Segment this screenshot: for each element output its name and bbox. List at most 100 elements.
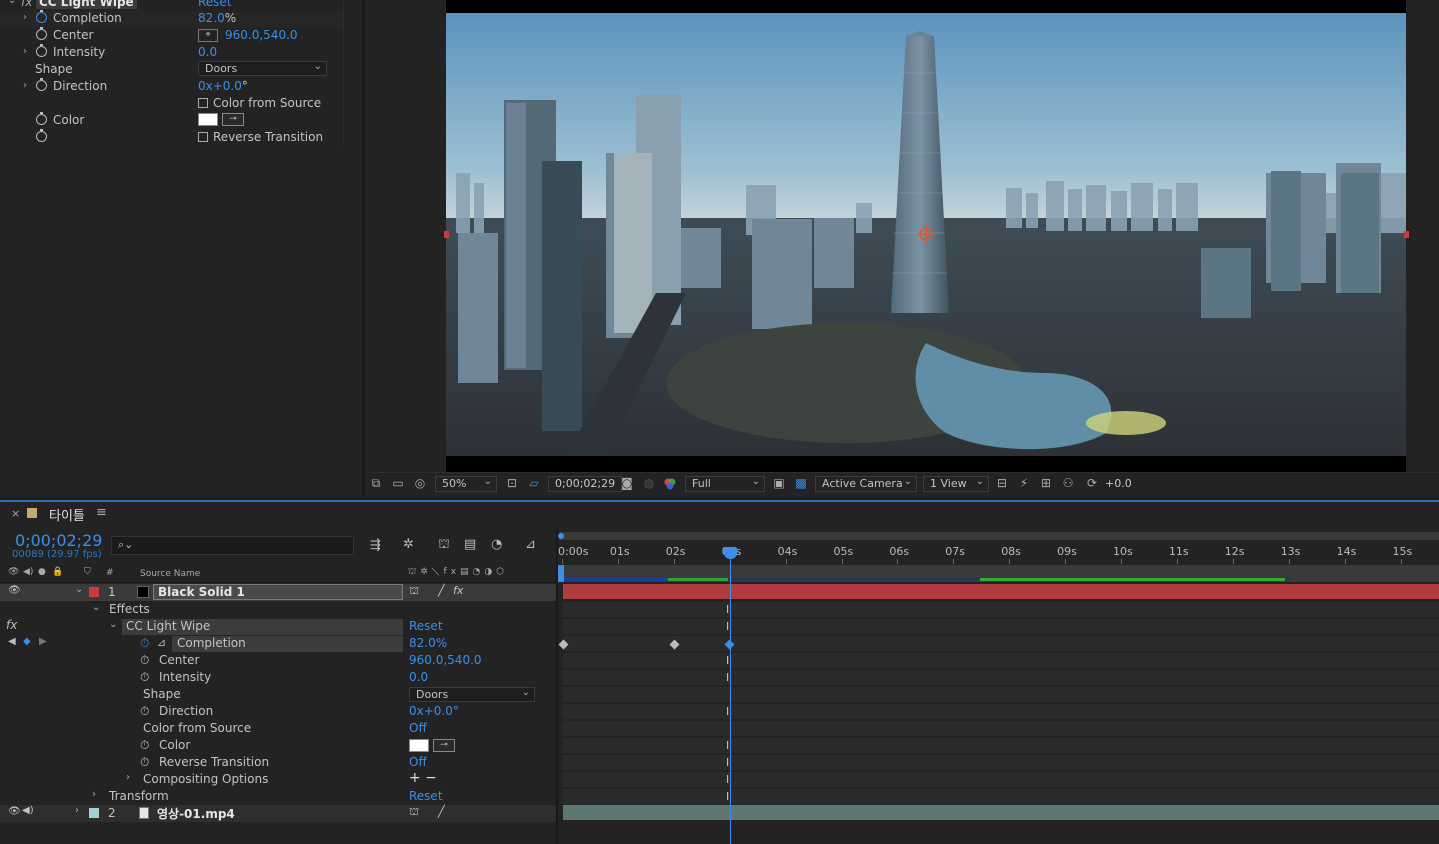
layer-color-label[interactable] bbox=[89, 587, 99, 597]
effect-switch-icon[interactable]: fx bbox=[453, 584, 463, 597]
layer-2-duration-bar[interactable] bbox=[563, 805, 1439, 821]
collapse-caret-icon[interactable]: ⌄ bbox=[8, 0, 16, 6]
stopwatch-icon[interactable]: ⏱ bbox=[140, 653, 149, 668]
prop-row-direction[interactable]: ⏱ Direction 0x+0.0° bbox=[0, 704, 557, 721]
prop-direction[interactable]: › Direction 0x+0.0° bbox=[0, 78, 343, 96]
zoom-dropdown[interactable]: 50% ⌄ bbox=[435, 476, 497, 492]
completion-value[interactable]: 82.0% bbox=[198, 11, 236, 25]
work-area-start-handle[interactable] bbox=[558, 565, 564, 582]
region-of-interest-icon[interactable]: ▣ bbox=[772, 477, 786, 490]
label-tag-icon[interactable]: ⛉ bbox=[84, 567, 91, 577]
prop-row-center[interactable]: ⏱ Center 960.0,540.0 bbox=[0, 653, 557, 670]
graph-editor-icon[interactable]: ⊿ bbox=[525, 537, 536, 552]
transparency-grid-icon[interactable]: ▩ bbox=[794, 477, 808, 490]
prop-color[interactable]: Color ⊸ bbox=[0, 112, 343, 130]
effect-name[interactable]: CC Light Wipe bbox=[122, 619, 403, 635]
timecode-field[interactable]: 0;00;02;29 bbox=[548, 476, 623, 492]
transform-reset-link[interactable]: Reset bbox=[409, 789, 443, 803]
fast-previews-icon[interactable]: ⚡ bbox=[1017, 477, 1031, 490]
expand-caret-icon[interactable]: › bbox=[126, 772, 130, 783]
vr-icon[interactable]: ◎ bbox=[413, 477, 427, 490]
prop-row-color-from-source[interactable]: Color from Source Off bbox=[0, 721, 557, 738]
layer-name-field[interactable]: Black Solid 1 bbox=[153, 584, 403, 600]
views-dropdown[interactable]: 1 View ⌄ bbox=[923, 476, 989, 492]
keyframe-2[interactable] bbox=[669, 639, 680, 650]
speaker-icon[interactable]: ◀) bbox=[22, 805, 34, 816]
intensity-value[interactable]: 0.0 bbox=[198, 45, 217, 59]
lock-icon[interactable]: 🔒 bbox=[52, 567, 63, 577]
layer-1-duration-bar[interactable] bbox=[563, 584, 1439, 600]
mask-visibility-icon[interactable]: ▱ bbox=[527, 477, 541, 490]
prop-row-color[interactable]: ⏱ Color ⊸ bbox=[0, 738, 557, 755]
center-value[interactable]: 960.0,540.0 bbox=[409, 653, 482, 667]
collapse-caret-icon[interactable]: ⌄ bbox=[92, 602, 100, 613]
composition-frame[interactable] bbox=[446, 13, 1406, 456]
hide-shy-icon[interactable]: ⛫ bbox=[438, 537, 450, 554]
layer-name[interactable]: 영상-01.mp4 bbox=[157, 805, 235, 822]
reset-link[interactable]: Reset bbox=[198, 0, 232, 9]
shape-dropdown[interactable]: Doors ⌄ bbox=[409, 687, 535, 702]
prop-row-compositing-options[interactable]: › Compositing Options + − bbox=[0, 770, 557, 789]
layer-row-2[interactable]: 👁 ◀) › 2 영상-01.mp4 ⛫ ╱ bbox=[0, 805, 557, 822]
prop-completion[interactable]: › Completion 82.0% bbox=[0, 10, 343, 28]
fit-icon[interactable]: ⊡ bbox=[505, 477, 519, 490]
speaker-icon[interactable]: ◀) bbox=[23, 567, 33, 577]
reverse-transition-value[interactable]: Off bbox=[409, 755, 427, 769]
stopwatch-icon[interactable]: ⏱ bbox=[140, 704, 149, 719]
prev-keyframe-icon[interactable]: ◀ bbox=[8, 636, 16, 647]
add-remove-mask-icon[interactable]: + − bbox=[409, 770, 437, 786]
switches-icons[interactable]: ⛫✲⟍fx▤◔◑⬡ bbox=[408, 567, 508, 578]
expand-caret-icon[interactable]: › bbox=[23, 12, 27, 23]
expand-caret-icon[interactable]: › bbox=[75, 805, 79, 816]
keyframe-1[interactable] bbox=[558, 639, 569, 650]
add-keyframe-icon[interactable]: ◆ bbox=[23, 636, 31, 647]
color-swatch[interactable] bbox=[198, 113, 218, 126]
col-source-name[interactable]: Source Name bbox=[140, 569, 200, 579]
exposure-value[interactable]: +0.0 bbox=[1105, 477, 1132, 490]
stopwatch-icon[interactable] bbox=[36, 129, 47, 142]
draft-3d-icon[interactable]: ✲ bbox=[403, 537, 414, 552]
prop-shape[interactable]: Shape Doors ⌄ bbox=[0, 61, 343, 79]
frame-blending-icon[interactable]: ▤ bbox=[464, 537, 476, 552]
quality-switch-icon[interactable]: ╱ bbox=[438, 805, 445, 818]
intensity-value[interactable]: 0.0 bbox=[409, 670, 428, 684]
eye-icon[interactable]: 👁 bbox=[8, 585, 21, 596]
stopwatch-icon[interactable] bbox=[36, 10, 47, 23]
prop-color-from-source[interactable]: Color from Source bbox=[0, 96, 343, 113]
stopwatch-icon[interactable]: ⏱ bbox=[140, 738, 149, 753]
shy-switch-icon[interactable]: ⛫ bbox=[409, 584, 419, 599]
playhead-handle[interactable] bbox=[724, 547, 737, 559]
completion-value[interactable]: 82.0% bbox=[409, 636, 447, 650]
current-time-display[interactable]: 0;00;02;29 bbox=[15, 531, 102, 550]
eyedropper-icon[interactable]: ⊸ bbox=[433, 739, 455, 752]
eye-icon[interactable]: 👁 bbox=[8, 806, 21, 817]
stopwatch-icon[interactable]: ⏱ bbox=[140, 636, 149, 651]
expand-caret-icon[interactable]: › bbox=[23, 80, 27, 91]
collapse-caret-icon[interactable]: ⌄ bbox=[75, 584, 83, 595]
collapse-caret-icon[interactable]: ⌄ bbox=[109, 619, 117, 630]
camera-dropdown[interactable]: Active Camera ⌄ bbox=[815, 476, 917, 492]
color-from-source-value[interactable]: Off bbox=[409, 721, 427, 735]
prop-row-intensity[interactable]: ⏱ Intensity 0.0 bbox=[0, 670, 557, 687]
prop-intensity[interactable]: › Intensity 0.0 bbox=[0, 44, 343, 62]
work-area-bar[interactable] bbox=[560, 565, 1439, 582]
stopwatch-icon[interactable] bbox=[36, 78, 47, 91]
shape-dropdown[interactable]: Doors ⌄ bbox=[198, 61, 327, 76]
transform-group-row[interactable]: › Transform Reset bbox=[0, 789, 557, 806]
stopwatch-icon[interactable] bbox=[36, 27, 47, 40]
flowchart-icon[interactable]: ⚇ bbox=[1061, 477, 1075, 490]
reverse-transition-checkbox[interactable]: Reverse Transition bbox=[198, 130, 323, 144]
expand-caret-icon[interactable]: › bbox=[23, 46, 27, 57]
time-ruler[interactable]: 0:00s01s02s03s04s05s06s07s08s09s10s11s12… bbox=[558, 540, 1439, 564]
motion-blur-icon[interactable]: ◔ bbox=[491, 537, 502, 552]
layer-color-label[interactable] bbox=[89, 808, 99, 818]
direction-value[interactable]: 0x+0.0° bbox=[198, 79, 248, 93]
eyedropper-icon[interactable]: ⊸ bbox=[222, 113, 244, 126]
stopwatch-icon[interactable]: ⏱ bbox=[140, 755, 149, 770]
solo-icon[interactable]: ● bbox=[38, 567, 46, 577]
toggle-pixel-aspect-icon[interactable]: ⊟ bbox=[995, 477, 1009, 490]
prop-center[interactable]: Center ⌖ 960.0,540.0 bbox=[0, 27, 343, 45]
effect-name[interactable]: CC Light Wipe bbox=[36, 0, 137, 9]
direction-value[interactable]: 0x+0.0° bbox=[409, 704, 459, 718]
channels-icon[interactable] bbox=[663, 477, 677, 490]
